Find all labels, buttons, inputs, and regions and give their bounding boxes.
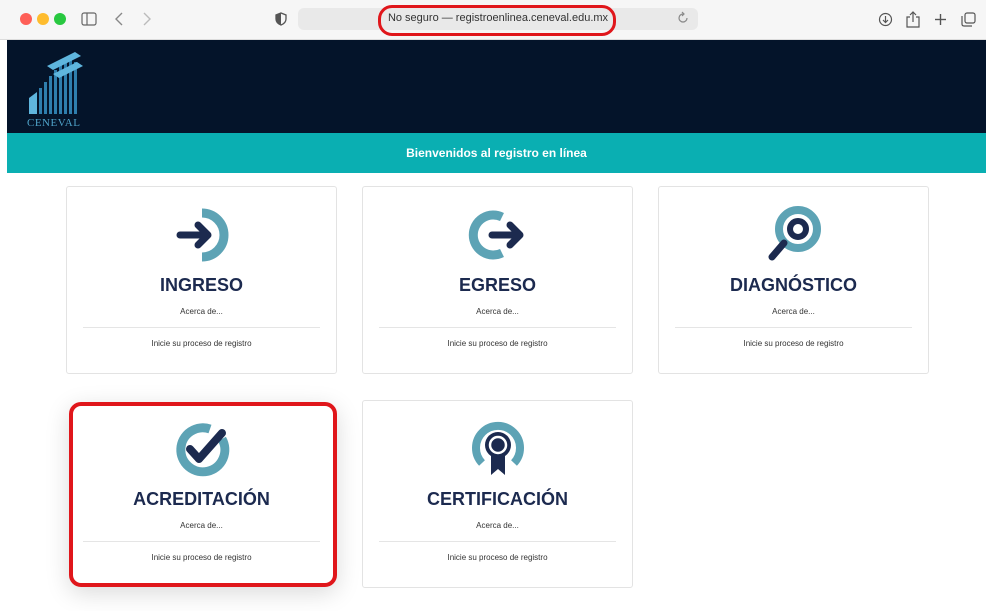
card-highlight-annotation [69, 402, 337, 587]
shield-icon[interactable] [274, 9, 288, 29]
logo-text: CENEVAL [27, 117, 81, 129]
welcome-text: Bienvenidos al registro en línea [406, 146, 587, 160]
minimize-window-button[interactable] [37, 13, 49, 25]
about-link[interactable]: Acerca de... [67, 307, 336, 316]
register-link[interactable]: Inicie su proceso de registro [659, 339, 928, 348]
divider [379, 541, 616, 542]
card-certificacion: CERTIFICACIÓN Acerca de... Inicie su pro… [362, 400, 633, 588]
divider [83, 327, 320, 328]
about-link[interactable]: Acerca de... [659, 307, 928, 316]
card-title: DIAGNÓSTICO [729, 275, 857, 295]
url-highlight-annotation [378, 5, 616, 36]
card-diagnostico: DIAGNÓSTICO Acerca de... Inicie su proce… [658, 186, 929, 374]
browser-toolbar: No seguro — registroenlinea.ceneval.edu.… [0, 0, 986, 40]
download-icon[interactable] [877, 9, 893, 29]
card-title: EGRESO [458, 275, 537, 295]
new-tab-icon[interactable] [932, 9, 948, 29]
back-icon[interactable] [112, 9, 126, 29]
divider [379, 327, 616, 328]
zoom-window-button[interactable] [54, 13, 66, 25]
about-link[interactable]: Acerca de... [363, 521, 632, 530]
sidebar-icon[interactable] [80, 9, 98, 29]
card-egreso: EGRESO Acerca de... Inicie su proceso de… [362, 186, 633, 374]
award-icon [472, 421, 524, 475]
arrow-in-icon [176, 208, 229, 262]
share-icon[interactable] [905, 9, 921, 29]
card-title: INGRESO [159, 275, 243, 295]
arrow-out-icon [468, 210, 524, 260]
divider [675, 327, 912, 328]
welcome-bar: Bienvenidos al registro en línea [7, 133, 986, 173]
forward-icon[interactable] [140, 9, 154, 29]
card-ingreso: INGRESO Acerca de... Inicie su proceso d… [66, 186, 337, 374]
register-link[interactable]: Inicie su proceso de registro [67, 339, 336, 348]
register-link[interactable]: Inicie su proceso de registro [363, 553, 632, 562]
about-link[interactable]: Acerca de... [363, 307, 632, 316]
magnifier-icon [768, 206, 821, 261]
tabs-overview-icon[interactable] [960, 9, 976, 29]
site-header: CENEVAL [7, 40, 986, 133]
close-window-button[interactable] [20, 13, 32, 25]
card-title: CERTIFICACIÓN [427, 489, 568, 509]
reload-icon[interactable] [676, 11, 690, 25]
register-link[interactable]: Inicie su proceso de registro [363, 339, 632, 348]
